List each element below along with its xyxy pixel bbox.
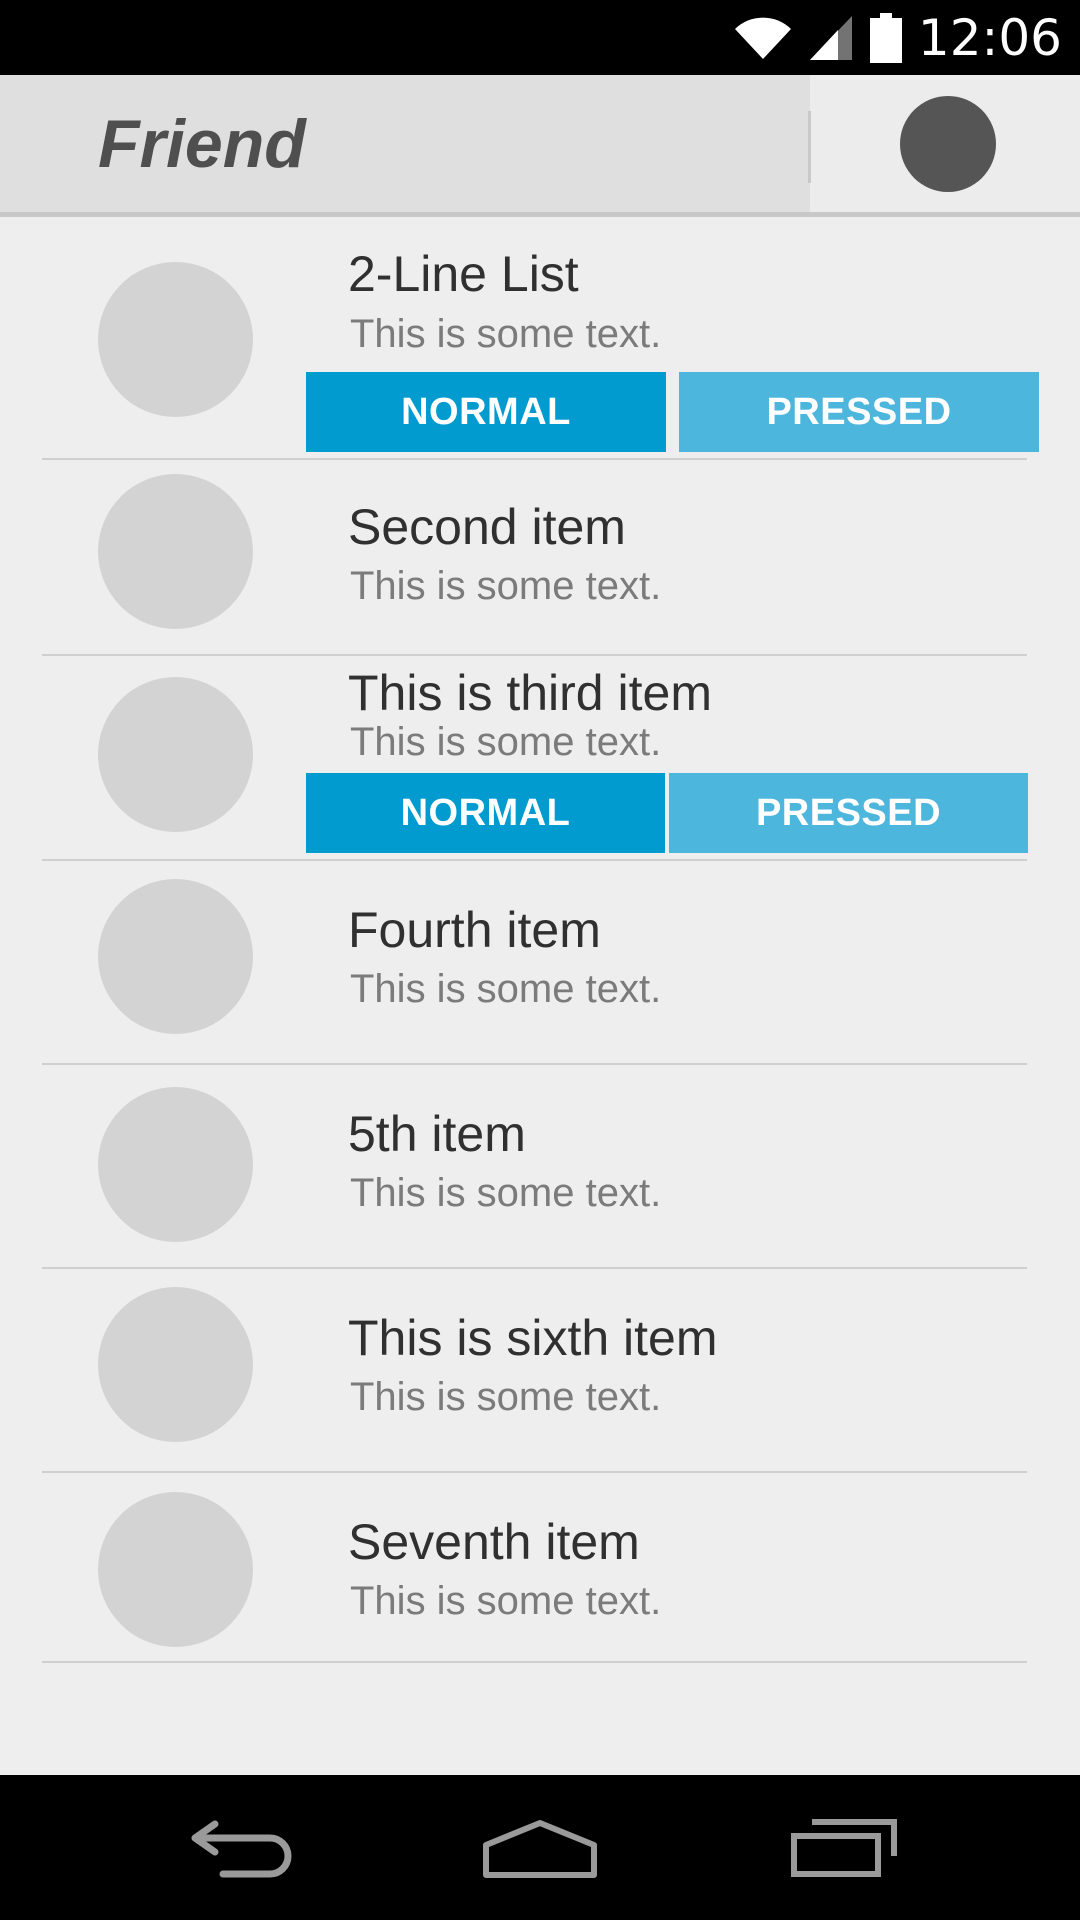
action-bar: Friend bbox=[0, 75, 1080, 217]
navigation-bar bbox=[0, 1775, 1080, 1920]
divider bbox=[42, 1661, 1027, 1663]
item-title: 5th item bbox=[348, 1106, 526, 1162]
battery-icon bbox=[869, 12, 902, 63]
pressed-button[interactable]: PRESSED bbox=[669, 773, 1028, 853]
status-bar: 12:06 bbox=[0, 0, 1080, 75]
list-item[interactable]: 2-Line List This is some text. NORMAL PR… bbox=[0, 217, 1080, 460]
item-title: This is sixth item bbox=[348, 1310, 718, 1366]
home-icon[interactable] bbox=[470, 1805, 610, 1890]
clock: 12:06 bbox=[917, 8, 1062, 67]
friend-list: 2-Line List This is some text. NORMAL PR… bbox=[0, 217, 1080, 1663]
avatar bbox=[98, 262, 253, 417]
avatar bbox=[98, 1087, 253, 1242]
item-title: Second item bbox=[348, 499, 626, 555]
item-subtitle: This is some text. bbox=[350, 1171, 662, 1215]
item-title: Seventh item bbox=[348, 1514, 640, 1570]
signal-icon bbox=[808, 14, 854, 62]
item-subtitle: This is some text. bbox=[350, 720, 662, 764]
item-subtitle: This is some text. bbox=[350, 312, 662, 356]
action-title-area[interactable]: Friend bbox=[0, 75, 810, 217]
list-item[interactable]: This is sixth item This is some text. bbox=[0, 1269, 1080, 1473]
list-item[interactable]: Fourth item This is some text. bbox=[0, 861, 1080, 1065]
back-icon[interactable] bbox=[170, 1805, 310, 1890]
wifi-icon bbox=[734, 15, 792, 61]
recents-icon[interactable] bbox=[775, 1805, 915, 1890]
list-item[interactable]: 5th item This is some text. bbox=[0, 1065, 1080, 1269]
action-divider bbox=[808, 111, 811, 183]
avatar bbox=[98, 474, 253, 629]
avatar bbox=[98, 1287, 253, 1442]
item-title: Fourth item bbox=[348, 902, 601, 958]
list-item[interactable]: This is third item This is some text. NO… bbox=[0, 656, 1080, 861]
avatar bbox=[98, 1492, 253, 1647]
normal-button[interactable]: NORMAL bbox=[306, 372, 666, 452]
list-item[interactable]: Second item This is some text. bbox=[0, 460, 1080, 656]
screen: 12:06 Friend 2-Line List This is some te… bbox=[0, 0, 1080, 1920]
item-subtitle: This is some text. bbox=[350, 1579, 662, 1623]
item-title: This is third item bbox=[348, 665, 712, 721]
status-icons: 12:06 bbox=[734, 0, 1062, 75]
avatar bbox=[98, 879, 253, 1034]
pressed-button[interactable]: PRESSED bbox=[679, 372, 1039, 452]
item-title: 2-Line List bbox=[348, 246, 579, 302]
item-subtitle: This is some text. bbox=[350, 1375, 662, 1419]
overflow-circle-icon[interactable] bbox=[900, 96, 996, 192]
item-subtitle: This is some text. bbox=[350, 564, 662, 608]
list-item[interactable]: Seventh item This is some text. bbox=[0, 1473, 1080, 1663]
normal-button[interactable]: NORMAL bbox=[306, 773, 665, 853]
page-title: Friend bbox=[98, 106, 306, 182]
avatar bbox=[98, 677, 253, 832]
item-subtitle: This is some text. bbox=[350, 967, 662, 1011]
